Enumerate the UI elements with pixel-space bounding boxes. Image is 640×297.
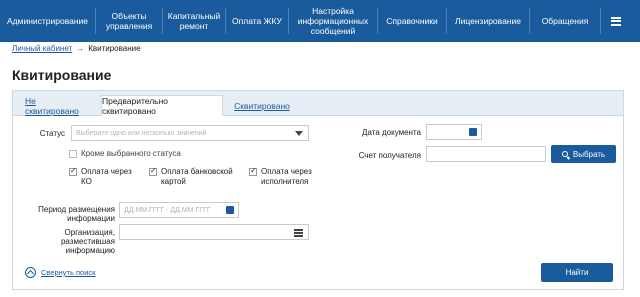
checkbox-box — [69, 150, 77, 158]
nav-item-housing-payment[interactable]: Оплата ЖКУ — [226, 0, 288, 42]
nav-item-licensing[interactable]: Лицензирование — [447, 0, 529, 42]
pay-ko-checkbox[interactable]: Оплата через КО — [69, 166, 139, 187]
page-title: Квитирование — [12, 67, 112, 83]
nav-item-capital-repair[interactable]: Капитальный ремонт — [163, 0, 225, 42]
nav-item-management-objects[interactable]: Объекты управления — [96, 0, 162, 42]
except-status-checkbox[interactable]: Кроме выбранного статуса — [69, 149, 181, 159]
checkbox-box-checked — [249, 166, 257, 176]
document-date-input[interactable] — [426, 124, 482, 140]
pay-ko-label: Оплата через КО — [81, 167, 132, 186]
list-icon[interactable] — [294, 229, 303, 237]
calendar-icon[interactable] — [226, 206, 234, 214]
status-select[interactable]: Выберите одно или несколько значений — [71, 125, 309, 141]
checkbox-box-checked — [69, 166, 77, 176]
recipient-account-label: Счет получателя — [358, 151, 421, 160]
select-button[interactable]: Выбрать — [551, 145, 616, 163]
pay-card-checkbox[interactable]: Оплата банковской картой — [149, 166, 239, 187]
pay-executor-label: Оплата через исполнителя — [261, 167, 312, 186]
checkbox-box-checked — [149, 166, 157, 176]
document-date-label: Дата документа — [362, 128, 421, 137]
chevron-down-icon — [295, 131, 303, 136]
tab-preliminarily-reconciled[interactable]: Предварительно сквитировано — [101, 95, 223, 116]
breadcrumb-arrow-icon: → — [76, 44, 85, 53]
find-button[interactable]: Найти — [541, 263, 613, 282]
top-navigation: Администрирование Объекты управления Кап… — [0, 0, 640, 42]
hamburger-icon[interactable] — [601, 0, 631, 42]
period-placeholder: ДД.ММ.ГГГГ - ДД.ММ.ГГГГ — [124, 206, 211, 214]
collapse-search-label: Свернуть поиск — [41, 268, 96, 277]
collapse-search-link[interactable]: Свернуть поиск — [25, 267, 95, 278]
search-icon — [561, 151, 568, 157]
tab-bar: Не сквитировано Предварительно сквитиров… — [13, 91, 623, 116]
nav-item-directories[interactable]: Справочники — [378, 0, 446, 42]
search-panel: Не сквитировано Предварительно сквитиров… — [12, 90, 624, 290]
tab-not-reconciled[interactable]: Не сквитировано — [25, 95, 89, 116]
select-button-label: Выбрать — [572, 149, 606, 159]
breadcrumb-home-link[interactable]: Личный кабинет — [12, 44, 72, 53]
nav-item-info-messages-settings[interactable]: Настройка информационных сообщений — [289, 0, 377, 42]
chevron-up-circle-icon — [25, 267, 36, 278]
organization-input[interactable] — [119, 224, 309, 240]
organization-label: Организация, разместившая информацию — [60, 228, 115, 255]
tab-reconciled[interactable]: Сквитировано — [233, 95, 291, 116]
except-status-label: Кроме выбранного статуса — [81, 149, 181, 158]
calendar-icon[interactable] — [469, 128, 477, 136]
breadcrumb: Личный кабинет → Квитирование — [12, 44, 141, 53]
pay-card-label: Оплата банковской картой — [161, 167, 233, 186]
recipient-account-input[interactable] — [426, 146, 546, 162]
status-label: Статус — [39, 129, 65, 138]
status-placeholder: Выберите одно или несколько значений — [76, 129, 207, 137]
period-label: Период размещения информации — [38, 205, 115, 223]
pay-executor-checkbox[interactable]: Оплата через исполнителя — [249, 166, 319, 187]
nav-item-appeals[interactable]: Обращения — [530, 0, 600, 42]
period-date-range-input[interactable]: ДД.ММ.ГГГГ - ДД.ММ.ГГГГ — [119, 202, 239, 218]
breadcrumb-current: Квитирование — [88, 44, 141, 53]
nav-item-administration[interactable]: Администрирование — [0, 0, 95, 42]
